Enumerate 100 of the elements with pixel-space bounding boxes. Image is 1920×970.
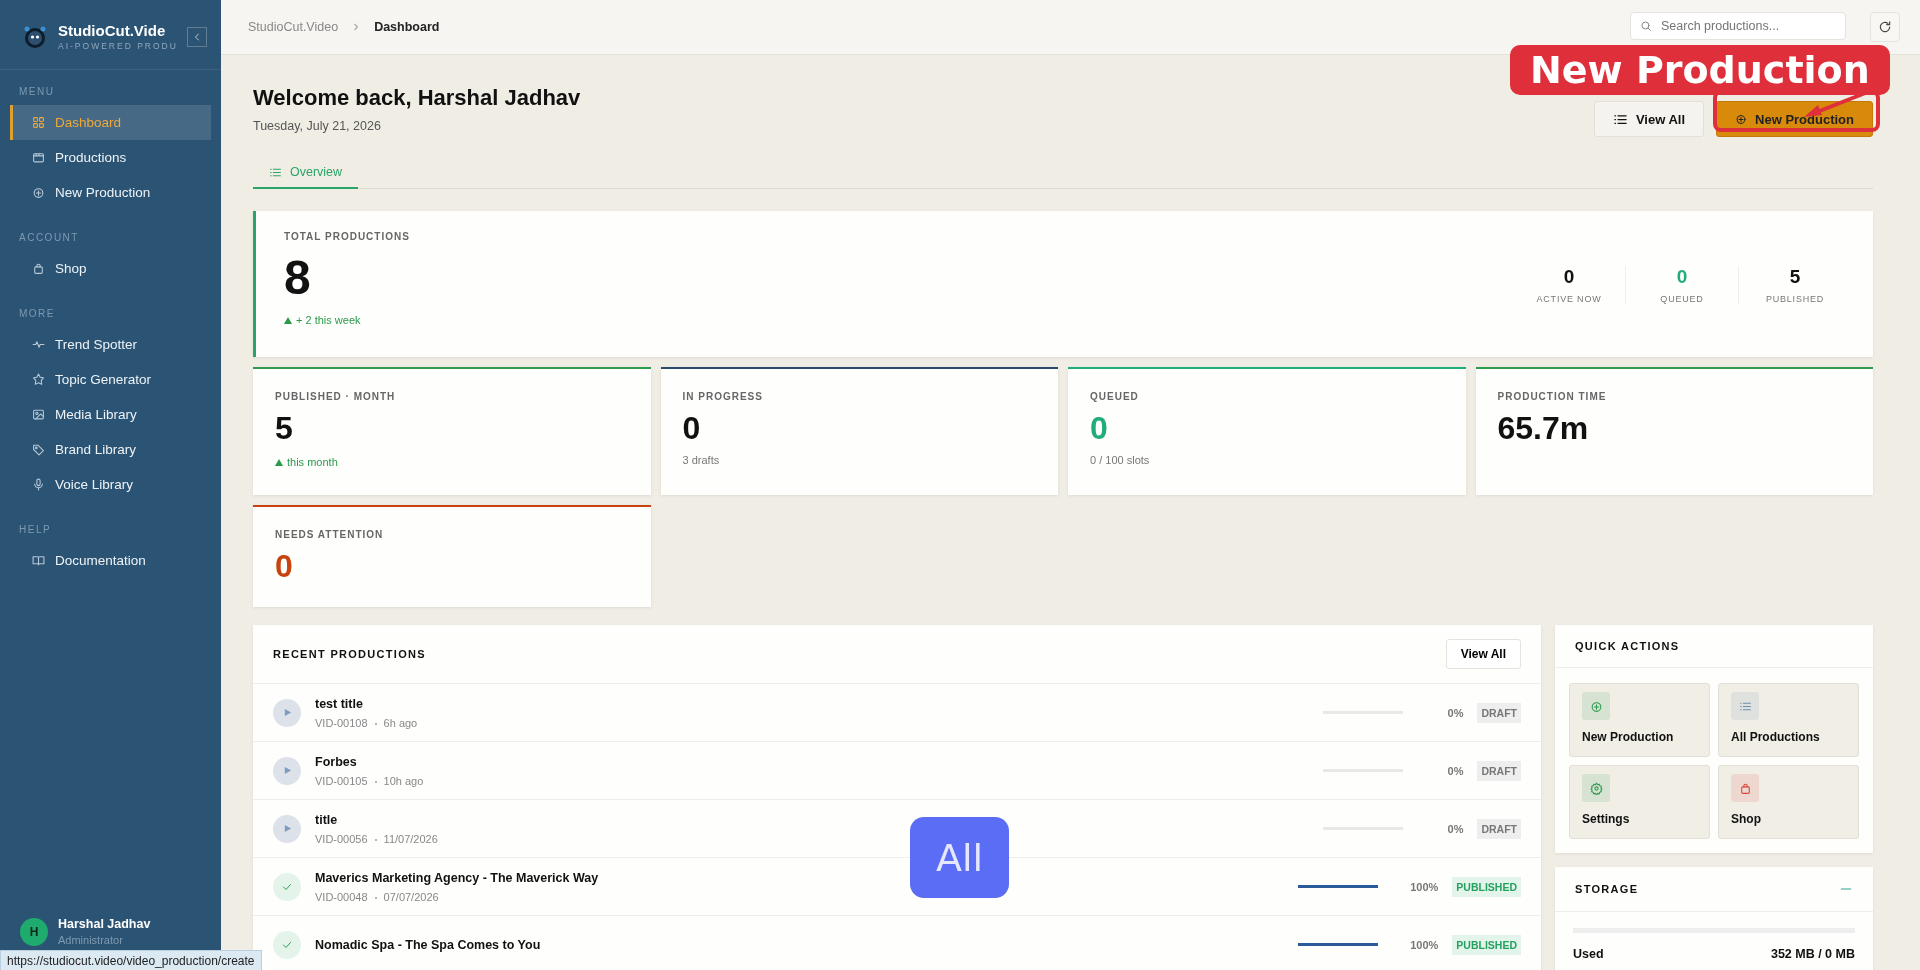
up-triangle-icon [284,316,292,324]
stat-label: ACTIVE NOW [1535,294,1603,304]
trend-text: + 2 this week [296,314,361,326]
card-value: 65.7m [1497,412,1590,444]
card-value: 0 [1090,412,1109,444]
image-icon [32,408,45,421]
production-row[interactable]: Forbes VID-00105 10h ago 0% DRAFT [253,742,1541,800]
stat-value: 0 [1562,266,1576,288]
card-value: 0 [682,412,702,444]
overlay-badge: All [910,817,1009,898]
search-field[interactable]: Search productions... [1630,12,1846,40]
plus-circle-icon [1735,113,1748,125]
sidebar-item[interactable]: Topic Generator [10,362,211,397]
progress-percent: 100% [1409,880,1439,893]
section-heading: HELP [18,524,53,535]
plus-circle-icon [32,186,45,199]
settings-icon [1589,781,1603,795]
callout-label: New Production [1510,45,1890,95]
production-time: 10h ago [383,774,424,787]
user-role: Administrator [58,934,124,946]
card-label: NEEDS ATTENTION [275,529,385,540]
card-label: PRODUCTION TIME [1497,391,1608,402]
brand-tagline: AI-POWERED PRODU [58,41,177,51]
production-time: 6h ago [383,716,418,729]
section-heading: ACCOUNT [18,232,80,243]
production-time: 11/07/2026 [383,832,438,845]
brand-name: StudioCut.Vide [58,22,167,39]
search-icon [1640,20,1652,32]
status-label: PUBLISHED [1452,876,1521,897]
page-title: Welcome back, Harshal Jadhav [253,85,581,111]
trend-text: this month [287,456,338,468]
microphone-icon [32,478,45,491]
sidebar-item[interactable]: Media Library [10,397,211,432]
production-row[interactable]: test title VID-00108 6h ago 0% DRAFT [253,684,1541,742]
card-label: PUBLISHED · MONTH [275,391,397,402]
link-status-url: https://studiocut.video/video_production/create [0,950,262,970]
stat-label: PUBLISHED [1764,294,1826,304]
production-title: Nomadic Spa - The Spa Comes to You [315,937,541,952]
plus-circle-icon [1589,699,1603,713]
quick-action-tile[interactable]: New Production [1569,683,1710,757]
book-icon [32,554,45,567]
production-id: VID-00056 [315,832,368,845]
production-id: VID-00048 [315,890,368,903]
card-value: 5 [275,412,294,444]
progress-percent: 0% [1446,706,1464,719]
up-triangle-icon [275,458,283,466]
panel-title: STORAGE [1575,883,1639,895]
progress-percent: 0% [1446,822,1464,835]
card-value: 0 [275,550,294,582]
storage-value: 352 MB / 0 MB [1770,947,1855,961]
camera-logo-icon [22,24,48,49]
sidebar-item[interactable]: Productions [10,140,211,175]
page-date: Tuesday, July 21, 2026 [253,119,382,133]
breadcrumb-current: Dashboard [374,20,440,34]
card-label: QUEUED [1090,391,1140,402]
panel-title: QUICK ACTIONS [1575,640,1680,652]
production-time: 07/07/2026 [383,890,439,903]
refresh-button[interactable] [1870,12,1900,42]
section-heading: MENU [18,86,56,97]
user-name: Harshal Jadhav [58,917,151,931]
card-note: 3 drafts [682,454,721,466]
play-icon [282,824,292,833]
quick-action-tile[interactable]: All Productions [1718,683,1859,757]
grid-icon [32,116,45,129]
status-label: DRAFT [1477,818,1521,839]
chevron-right-icon [352,23,361,31]
quick-action-tile[interactable]: Shop [1718,765,1859,839]
pulse-line-icon [32,338,45,351]
view-all-button[interactable]: View All [1445,639,1521,669]
progress-percent: 0% [1446,764,1464,777]
film-icon [32,151,45,164]
star-icon [32,373,45,386]
total-value: 8 [284,254,312,302]
production-id: VID-00105 [315,774,368,787]
shopping-bag-icon [1738,781,1752,795]
view-all-button[interactable]: View All [1593,101,1705,137]
shopping-bag-icon [32,262,45,275]
production-title: Forbes [315,754,358,769]
tag-icon [32,443,45,456]
sidebar-item[interactable]: Shop [10,251,211,286]
sidebar-item[interactable]: Brand Library [10,432,211,467]
status-label: PUBLISHED [1452,934,1521,955]
sidebar-item[interactable]: Voice Library [10,467,211,502]
sidebar-item[interactable]: Documentation [10,543,211,578]
card-label: IN PROGRESS [682,391,764,402]
play-icon [282,708,292,717]
production-title: title [315,812,339,827]
stat-label: QUEUED [1659,294,1705,304]
section-heading: MORE [18,308,56,319]
refresh-icon [1878,20,1892,34]
sidebar-item[interactable]: New Production [10,175,211,210]
storage-label: Used [1573,947,1604,961]
stat-value: 5 [1788,266,1802,288]
play-icon [282,766,292,775]
user-avatar: H [20,917,48,946]
production-title: Maverics Marketing Agency - The Maverick Way [315,870,599,885]
status-label: DRAFT [1477,702,1521,723]
panel-title: RECENT PRODUCTIONS [273,648,426,660]
quick-action-tile[interactable]: Settings [1569,765,1710,839]
sidebar-item[interactable]: Trend Spotter [10,327,211,362]
